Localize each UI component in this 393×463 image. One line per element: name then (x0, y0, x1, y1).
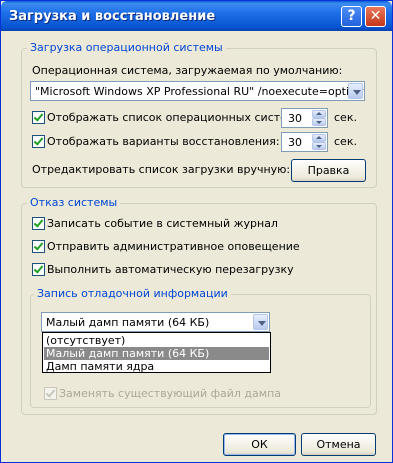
send-alert-label: Отправить административное оповещение (47, 240, 300, 253)
startup-legend: Загрузка операционной системы (27, 41, 226, 54)
ok-button[interactable]: ОК (223, 433, 296, 456)
dropdown-option-kernel-dump[interactable]: Дамп памяти ядра (44, 360, 269, 373)
close-button[interactable]: ✕ (365, 6, 386, 27)
overwrite-dump-label: Заменять существующий файл дампа (59, 387, 282, 400)
show-recovery-label: Отображать варианты восстановления: (47, 135, 280, 148)
auto-restart-checkbox[interactable] (32, 263, 45, 276)
dropdown-option-none[interactable]: (отсутствует) (44, 334, 269, 347)
edit-boot-label: Отредактировать список загрузки вручную: (32, 163, 291, 176)
auto-restart-label: Выполнить автоматическую перезагрузку (47, 263, 294, 276)
window-title: Загрузка и восстановление (9, 9, 216, 24)
default-os-label: Операционная система, загружаемая по умо… (32, 64, 343, 77)
help-button[interactable]: ? (341, 6, 362, 27)
dump-type-value: Малый дамп памяти (64 КБ) (46, 316, 210, 329)
spin-down-icon[interactable] (312, 118, 326, 126)
overwrite-dump-checkbox[interactable] (44, 387, 57, 400)
write-event-checkbox[interactable] (32, 217, 45, 230)
spin-up-icon[interactable] (312, 134, 326, 142)
cancel-button[interactable]: Отмена (301, 433, 376, 456)
dialog-window: Загрузка и восстановление ? ✕ Загрузка о… (0, 0, 393, 463)
title-bar[interactable]: Загрузка и восстановление ? ✕ (1, 1, 392, 31)
default-os-select[interactable]: "Microsoft Windows XP Professional RU" /… (30, 81, 365, 101)
show-os-list-label: Отображать список операционных систем: (47, 111, 299, 124)
recovery-timeout-value: 30 (288, 136, 302, 149)
os-list-timeout-spinner[interactable]: 30 (281, 108, 328, 128)
spin-down-icon[interactable] (312, 142, 326, 150)
spin-up-icon[interactable] (312, 110, 326, 118)
recovery-timeout-spinner[interactable]: 30 (281, 132, 328, 152)
failure-legend: Отказ системы (27, 196, 121, 209)
dump-type-select[interactable]: Малый дамп памяти (64 КБ) (41, 312, 270, 332)
default-os-value: "Microsoft Windows XP Professional RU" /… (35, 85, 365, 98)
os-list-timeout-value: 30 (288, 112, 302, 125)
help-icon: ? (347, 8, 356, 24)
edit-boot-button[interactable]: Правка (291, 159, 366, 182)
dropdown-option-small-dump[interactable]: Малый дамп памяти (64 КБ) (44, 347, 269, 360)
send-alert-checkbox[interactable] (32, 240, 45, 253)
os-list-timeout-unit: сек. (334, 111, 357, 124)
dump-type-dropdown: (отсутствует) Малый дамп памяти (64 КБ) … (42, 332, 271, 373)
debug-legend: Запись отладочной информации (34, 287, 231, 300)
show-os-list-checkbox[interactable] (32, 111, 45, 124)
chevron-down-icon[interactable] (348, 83, 363, 99)
close-icon: ✕ (369, 8, 382, 24)
recovery-timeout-unit: сек. (334, 135, 357, 148)
write-event-label: Записать событие в системный журнал (47, 217, 278, 230)
chevron-down-icon[interactable] (253, 314, 268, 330)
show-recovery-checkbox[interactable] (32, 135, 45, 148)
